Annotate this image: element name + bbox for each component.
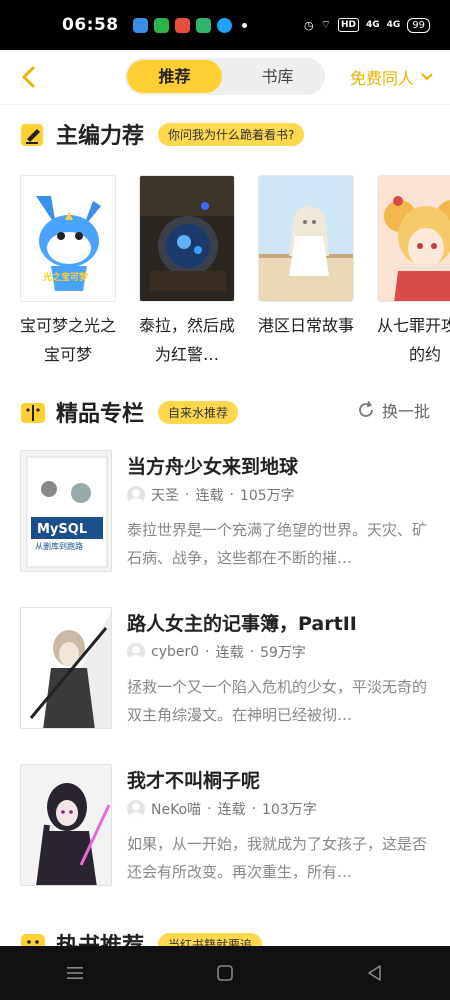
list-item[interactable]: MySQL 从删库到跑路 当方舟少女来到地球 天圣 · 连载 · 105万字 泰…	[20, 450, 430, 575]
book-title: 我才不叫桐子呢	[127, 770, 261, 792]
app-notification-icon	[132, 17, 148, 33]
cover-art: 光之宝可梦	[21, 176, 115, 301]
cover-art	[140, 176, 234, 301]
section-tag[interactable]: 你问我为什么跪着看书?	[158, 122, 305, 146]
back-arrow-icon[interactable]	[18, 64, 40, 90]
open-book-icon	[21, 403, 45, 423]
section-title: 主编力荐	[56, 124, 145, 149]
top-bar: 推荐 书库 免费同人	[0, 50, 450, 105]
refresh-button[interactable]: 换一批	[356, 398, 430, 422]
book-cover	[258, 175, 354, 302]
cover-art: MySQL 从删库到跑路	[21, 451, 111, 571]
tab-library[interactable]: 书库	[230, 58, 325, 95]
hd-badge: HD	[337, 18, 359, 32]
meta-separator: ·	[249, 644, 255, 660]
editor-picks-header: 主编力荐 你问我为什么跪着看书?	[20, 118, 305, 150]
home-square-icon	[217, 965, 233, 981]
author-name: NeKo喵	[151, 802, 202, 818]
book-card[interactable]: 从七罪开攻略的约	[377, 175, 450, 369]
cover-logo-text: 光之宝可梦	[42, 271, 89, 283]
book-cover	[139, 175, 235, 302]
book-meta: cyber0 · 连载 · 59万字	[127, 642, 306, 662]
book-status: 连载	[195, 488, 224, 504]
book-cover: 光之宝可梦	[20, 175, 116, 302]
author-name: 天圣	[151, 488, 179, 504]
author-name: cyber0	[151, 644, 200, 660]
status-app-icons	[132, 17, 247, 33]
word-count: 105万字	[239, 488, 295, 504]
status-time: 06:58	[62, 15, 119, 35]
meta-separator: ·	[251, 801, 257, 817]
book-title: 泰拉，然后成为红警…	[138, 316, 235, 364]
refresh-icon	[359, 400, 373, 417]
filter-label: 免费同人	[349, 69, 414, 88]
signal-2: 4G	[386, 20, 401, 30]
cover-art	[21, 765, 111, 885]
pencil-book-icon	[21, 124, 43, 146]
section-tag[interactable]: 自来水推荐	[158, 400, 239, 424]
more-notifications-dot	[241, 22, 247, 28]
book-card[interactable]: 泰拉，然后成为红警…	[139, 175, 235, 369]
chevron-down-icon	[421, 73, 433, 81]
book-description: 泰拉世界是一个充满了绝望的世界。天灾、矿石病、战争，这些都在不断的摧…	[127, 521, 427, 567]
cover-subtitle: 从删库到跑路	[35, 541, 83, 551]
list-item[interactable]: 路人女主的记事簿，PartII cyber0 · 连载 · 59万字 拯救一个又…	[20, 607, 430, 732]
book-title: 港区日常故事	[257, 316, 354, 335]
premium-column-header: 精品专栏 自来水推荐	[20, 396, 239, 428]
refresh-label: 换一批	[381, 402, 430, 421]
qq-icon	[216, 17, 232, 33]
app-notification-icon	[195, 17, 211, 33]
system-nav-bar	[0, 946, 450, 1000]
app-notification-icon	[153, 17, 169, 33]
book-status: 连载	[217, 802, 246, 818]
alarm-icon: ◷	[303, 18, 314, 32]
book-description: 拯救一个又一个陷入危机的少女，平淡无奇的双主角综漫文。在神明已经被彻…	[127, 678, 427, 724]
editor-picks-carousel[interactable]: 光之宝可梦 宝可梦之光之宝可梦 泰拉，然后成为红警… 港区日常故事 从七罪开攻 …	[20, 175, 450, 370]
word-count: 103万字	[262, 802, 317, 818]
meta-separator: ·	[207, 801, 212, 817]
cover-art	[21, 608, 111, 728]
word-count: 59万字	[260, 645, 306, 661]
category-filter[interactable]: 免费同人	[350, 65, 434, 89]
back-button[interactable]	[363, 961, 387, 985]
signal-1: 4G	[365, 20, 380, 30]
menu-button[interactable]	[63, 961, 87, 985]
cover-art	[259, 176, 353, 301]
section-title: 精品专栏	[56, 402, 145, 427]
list-item[interactable]: 我才不叫桐子呢 NeKo喵 · 连载 · 103万字 如果，从一开始，我就成为了…	[20, 764, 430, 889]
book-title: 从七罪开攻略的约	[376, 316, 450, 364]
meta-separator: ·	[229, 487, 234, 503]
back-triangle-icon	[368, 965, 381, 981]
meta-separator: ·	[185, 487, 190, 503]
book-title: 路人女主的记事簿，PartII	[127, 613, 357, 635]
book-meta: NeKo喵 · 连载 · 103万字	[127, 799, 317, 819]
tab-recommend[interactable]: 推荐	[127, 60, 222, 93]
author-avatar-icon	[127, 643, 145, 661]
book-card[interactable]: 光之宝可梦 宝可梦之光之宝可梦	[20, 175, 116, 369]
author-avatar-icon	[127, 800, 145, 818]
status-bar: 06:58 ◷ ⌔ HD 4G 4G 99	[0, 0, 450, 50]
book-card[interactable]: 港区日常故事	[258, 175, 354, 340]
book-title: 当方舟少女来到地球	[127, 456, 299, 478]
cover-art	[378, 176, 450, 301]
book-cover: MySQL 从删库到跑路	[20, 450, 112, 572]
battery-indicator: 99	[407, 17, 430, 33]
tab-switcher: 推荐 书库	[125, 58, 325, 95]
author-avatar-icon	[127, 486, 145, 504]
map-pin-icon	[174, 17, 190, 33]
book-meta: 天圣 · 连载 · 105万字	[127, 485, 295, 505]
menu-icon	[67, 967, 83, 979]
wifi-icon: ⌔	[320, 18, 331, 31]
book-description: 如果，从一开始，我就成为了女孩子，这是否还会有所改变。再次重生，所有…	[127, 835, 427, 881]
book-cover	[20, 764, 112, 886]
meta-separator: ·	[205, 644, 210, 660]
book-cover	[377, 175, 450, 302]
cover-text: MySQL	[37, 522, 87, 537]
home-button[interactable]	[213, 961, 237, 985]
book-title: 宝可梦之光之宝可梦	[20, 316, 116, 364]
book-status: 连载	[215, 645, 244, 661]
book-cover	[20, 607, 112, 729]
